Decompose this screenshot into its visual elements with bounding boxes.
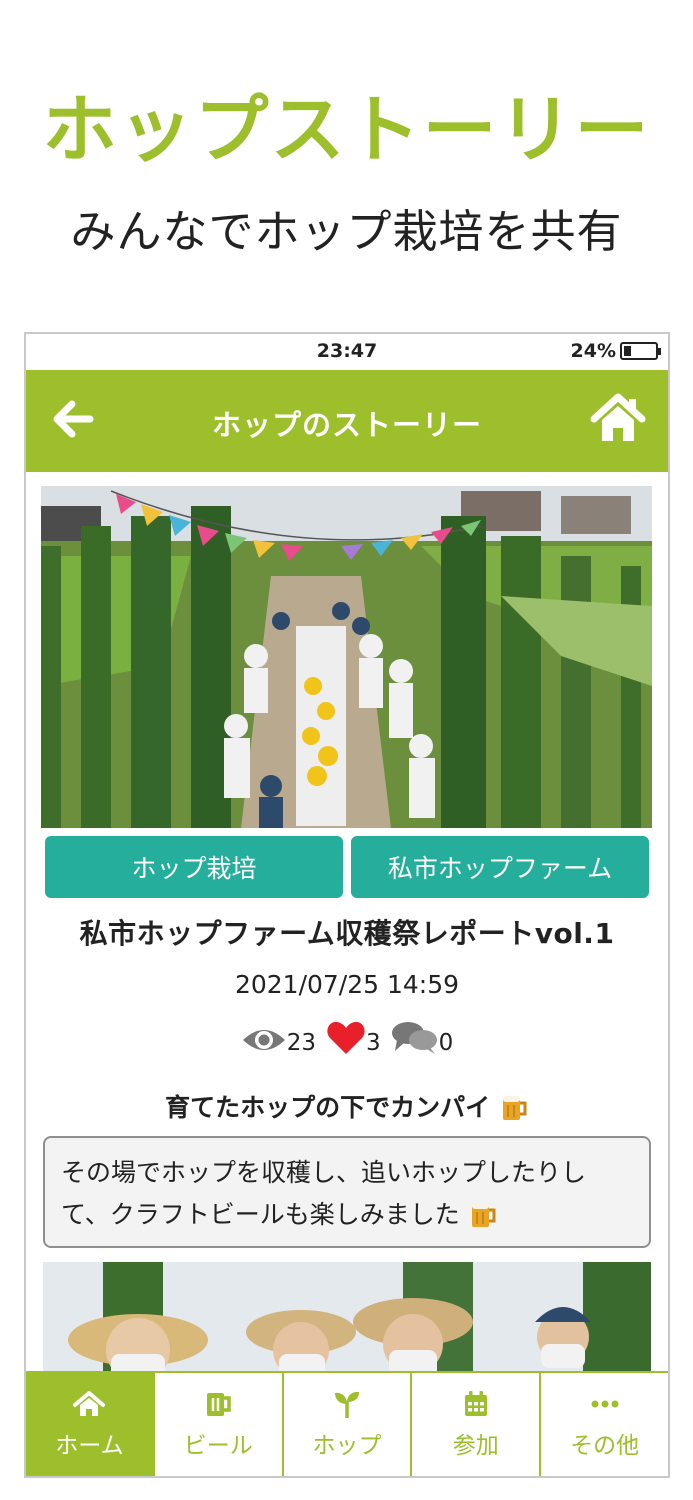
comments-stat[interactable]: 0 bbox=[391, 1020, 454, 1056]
more-icon bbox=[591, 1400, 619, 1407]
home-icon[interactable] bbox=[590, 392, 646, 444]
eye-icon bbox=[242, 1030, 285, 1050]
status-battery: 24% bbox=[570, 340, 661, 362]
home-icon bbox=[73, 1390, 106, 1416]
post-body: その場でホップを収穫し、追いホップしたりし て、クラフトビールも楽しみました bbox=[43, 1136, 651, 1248]
status-bar: 23:47 24% bbox=[26, 334, 668, 370]
post-title: 私市ホップファーム収穫祭レポートvol.1 bbox=[79, 917, 615, 950]
heart-icon[interactable] bbox=[326, 1020, 366, 1056]
post-heading: 育てたホップの下でカンパイ bbox=[26, 1088, 668, 1124]
battery-percent: 24% bbox=[570, 340, 616, 362]
beer-mug-icon bbox=[502, 1096, 527, 1120]
comments-count: 0 bbox=[438, 1030, 454, 1056]
calendar-icon bbox=[464, 1390, 487, 1416]
tab-more[interactable]: その他 bbox=[541, 1373, 668, 1476]
app-bar-title: ホップのストーリー bbox=[211, 408, 482, 442]
tab-hop-label: ホップ bbox=[312, 1432, 382, 1459]
promo-title: ホップストーリー bbox=[42, 87, 651, 173]
views-count: 23 bbox=[286, 1030, 316, 1056]
likes-stat[interactable]: 3 bbox=[326, 1020, 381, 1056]
post-body-line-1: その場でホップを収穫し、追いホップしたりし bbox=[61, 1158, 587, 1187]
post-stats: 23 3 0 bbox=[26, 1020, 668, 1056]
tab-hop[interactable]: ホップ bbox=[284, 1373, 413, 1476]
post-content[interactable]: ホップ栽培 私市ホップファーム 私市ホップファーム収穫祭レポートvol.1 20… bbox=[26, 472, 668, 1372]
app-bar: ホップのストーリー bbox=[26, 370, 668, 472]
tab-join[interactable]: 参加 bbox=[412, 1373, 542, 1476]
comments-icon[interactable] bbox=[391, 1020, 439, 1056]
battery-icon bbox=[620, 342, 661, 360]
post-body-line-2-text: て、クラフトビールも楽しみました bbox=[61, 1200, 460, 1229]
beer-mug-icon bbox=[207, 1392, 231, 1416]
tab-join-label: 参加 bbox=[452, 1432, 499, 1459]
tab-more-label: その他 bbox=[570, 1432, 640, 1459]
sprout-icon bbox=[334, 1391, 359, 1418]
views-stat: 23 bbox=[241, 1024, 316, 1056]
likes-count: 3 bbox=[366, 1030, 381, 1056]
tag-hop-cultivation[interactable]: ホップ栽培 bbox=[45, 836, 343, 898]
post-heading-text: 育てたホップの下でカンパイ bbox=[165, 1093, 491, 1122]
tag-kisaichi-hop-farm[interactable]: 私市ホップファーム bbox=[351, 836, 649, 898]
harvest-festival-photo bbox=[41, 486, 652, 828]
tab-beer-label: ビール bbox=[183, 1432, 253, 1459]
tab-home[interactable]: ホーム bbox=[26, 1373, 155, 1476]
hop-toast-photo bbox=[43, 1262, 651, 1372]
post-body-line-2: て、クラフトビールも楽しみました bbox=[61, 1194, 633, 1236]
phone-screen: 23:47 24% ホップのストーリー ホップ栽培 私市ホップファーム 私市ホッ… bbox=[24, 332, 670, 1478]
promo-subtitle: みんなでホップ栽培を共有 bbox=[70, 205, 623, 258]
beer-mug-icon bbox=[471, 1203, 496, 1227]
post-tags: ホップ栽培 私市ホップファーム bbox=[45, 836, 649, 898]
post-date: 2021/07/25 14:59 bbox=[234, 970, 460, 999]
tab-beer[interactable]: ビール bbox=[155, 1373, 284, 1476]
tab-home-label: ホーム bbox=[55, 1432, 124, 1459]
bottom-tab-bar: ホーム ビール ホップ 参加 その他 bbox=[26, 1371, 668, 1476]
